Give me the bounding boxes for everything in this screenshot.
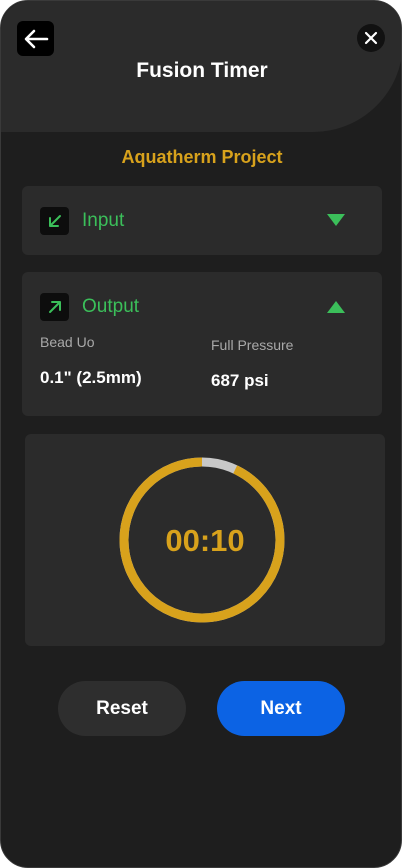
bead-uo-label: Bead Uo [40,334,95,350]
project-name: Aquatherm Project [121,147,283,167]
arrow-left-icon [24,29,48,48]
next-button[interactable]: Next [217,681,345,736]
close-icon [364,31,378,45]
timer-card: 00:10 [25,434,385,646]
fusion-timer-screen: Fusion Timer Aquatherm Project Input Out… [0,0,402,868]
back-button[interactable] [17,21,54,56]
page-title: Fusion Timer [136,59,268,82]
input-section-label: Input [82,210,125,231]
full-pressure-value: 687 psi [211,371,269,390]
output-section: Output Bead Uo 0.1" (2.5mm) Full Pressur… [22,272,382,416]
close-button[interactable] [357,24,385,52]
output-section-label: Output [82,296,140,317]
bead-uo-value: 0.1" (2.5mm) [40,368,142,387]
arrow-down-left-icon [40,207,69,235]
full-pressure-label: Full Pressure [211,337,294,353]
reset-button[interactable]: Reset [58,681,186,736]
timer-display: 00:10 [165,523,245,558]
caret-up-icon[interactable] [326,300,346,314]
input-section-header[interactable]: Input [22,186,382,255]
arrow-up-right-icon [40,293,69,321]
caret-down-icon[interactable] [326,213,346,227]
